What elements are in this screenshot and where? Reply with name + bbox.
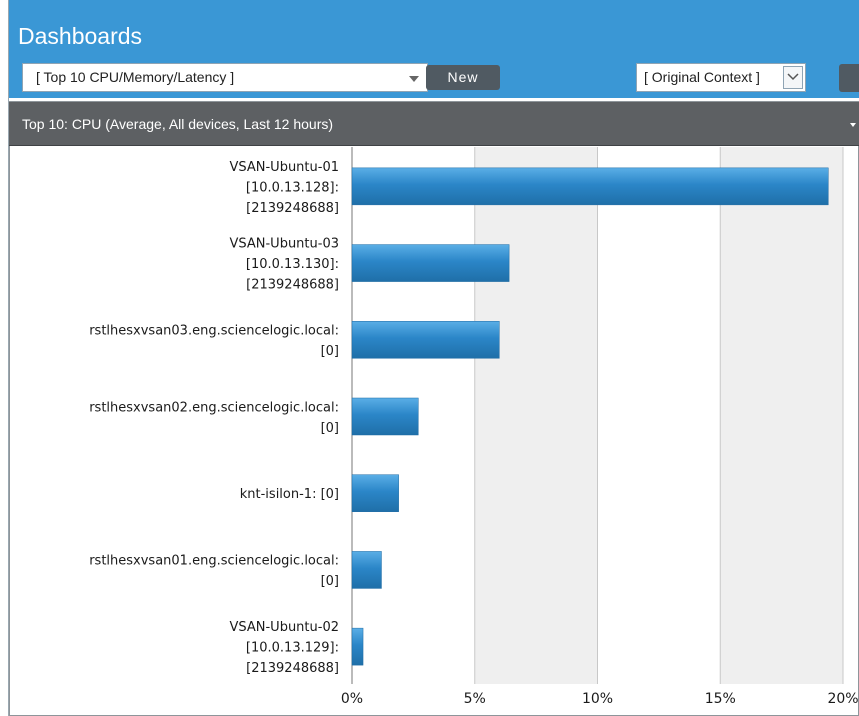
plot-band xyxy=(597,147,721,684)
bar xyxy=(351,321,500,359)
bar xyxy=(351,397,419,436)
x-tick-label: 20% xyxy=(827,691,858,707)
category-label: [10.0.13.128]: xyxy=(246,180,339,195)
bar xyxy=(351,627,364,666)
category-label: [0] xyxy=(321,344,339,359)
plot-band xyxy=(720,147,843,684)
x-tick-label: 10% xyxy=(582,691,613,707)
category-label: VSAN-Ubuntu-03 xyxy=(229,237,339,252)
x-tick-label: 0% xyxy=(341,691,363,707)
plot-band xyxy=(843,147,858,684)
category-label: VSAN-Ubuntu-01 xyxy=(229,160,339,175)
cpu-bar-chart: VSAN-Ubuntu-01 [10.0.13.128]: [2139248688]… xyxy=(89,147,859,707)
bar xyxy=(351,474,399,512)
bar xyxy=(351,244,510,282)
category-label: knt-isilon-1: [0] xyxy=(240,487,339,502)
category-label: VSAN-Ubuntu-02 xyxy=(229,620,339,635)
category-label: [0] xyxy=(321,421,339,436)
x-tick-label: 5% xyxy=(464,691,486,707)
category-label: [2139248688] xyxy=(246,201,339,216)
category-label: rstlhesxvsan01.eng.sciencelogic.local: xyxy=(89,554,339,569)
x-tick-label: 15% xyxy=(705,691,736,707)
category-label: [10.0.13.130]: xyxy=(246,257,339,272)
category-label: [0] xyxy=(321,574,339,589)
category-label: rstlhesxvsan03.eng.sciencelogic.local: xyxy=(89,324,339,339)
category-label: [2139248688] xyxy=(246,278,339,293)
category-label: rstlhesxvsan02.eng.sciencelogic.local: xyxy=(89,400,339,415)
plot-band xyxy=(474,147,598,684)
bar xyxy=(351,551,382,589)
bar xyxy=(351,167,829,206)
category-label: [10.0.13.129]: xyxy=(246,641,339,656)
category-label: [2139248688] xyxy=(246,661,339,676)
